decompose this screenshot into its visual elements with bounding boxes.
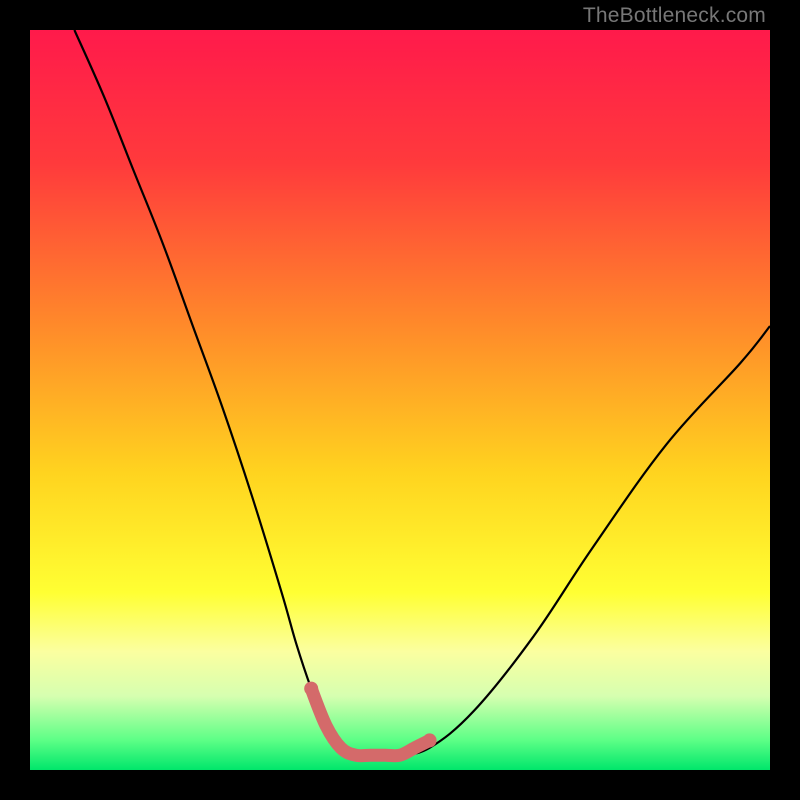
chart-svg	[30, 30, 770, 770]
watermark-text: TheBottleneck.com	[583, 4, 766, 28]
optimal-zone-line	[311, 689, 429, 756]
optimal-zone-dot	[304, 682, 318, 696]
chart-frame: TheBottleneck.com	[0, 0, 800, 800]
bottleneck-curve	[74, 30, 770, 756]
plot-area	[30, 30, 770, 770]
optimal-zone-dot	[423, 733, 437, 747]
